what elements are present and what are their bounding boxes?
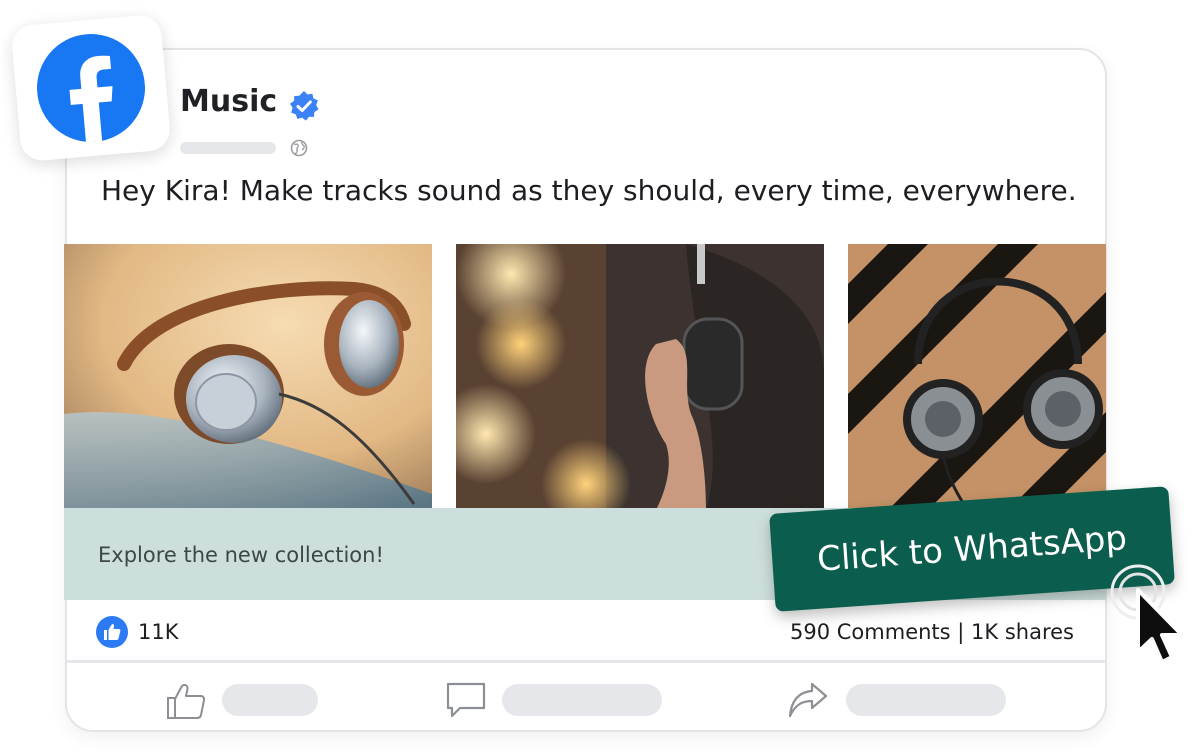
page-name[interactable]: Music (180, 84, 277, 119)
thumbs-up-icon[interactable] (164, 678, 208, 722)
comments-shares-count[interactable]: 590 Comments | 1K shares (790, 620, 1074, 644)
share-icon[interactable] (786, 678, 830, 722)
facebook-logo-icon (37, 34, 145, 143)
pointer-cursor-icon (1110, 564, 1184, 664)
globe-icon (290, 139, 308, 157)
share-label-placeholder (846, 684, 1006, 716)
facebook-logo-badge (10, 13, 172, 163)
verified-badge-icon (290, 91, 319, 121)
cta-text[interactable]: Explore the new collection! (98, 543, 384, 567)
like-reaction-icon (96, 616, 128, 648)
action-divider (67, 660, 1105, 663)
post-text: Hey Kira! Make tracks sound as they shou… (101, 174, 1077, 207)
comment-label-placeholder (502, 684, 662, 716)
like-count[interactable]: 11K (138, 620, 179, 644)
comment-icon[interactable] (444, 678, 488, 722)
headphones-photo-2[interactable] (456, 244, 824, 510)
headphones-photo-1[interactable] (64, 244, 432, 510)
headphones-photo-3[interactable] (848, 244, 1106, 510)
like-label-placeholder (222, 684, 318, 716)
timestamp-placeholder (180, 142, 276, 154)
